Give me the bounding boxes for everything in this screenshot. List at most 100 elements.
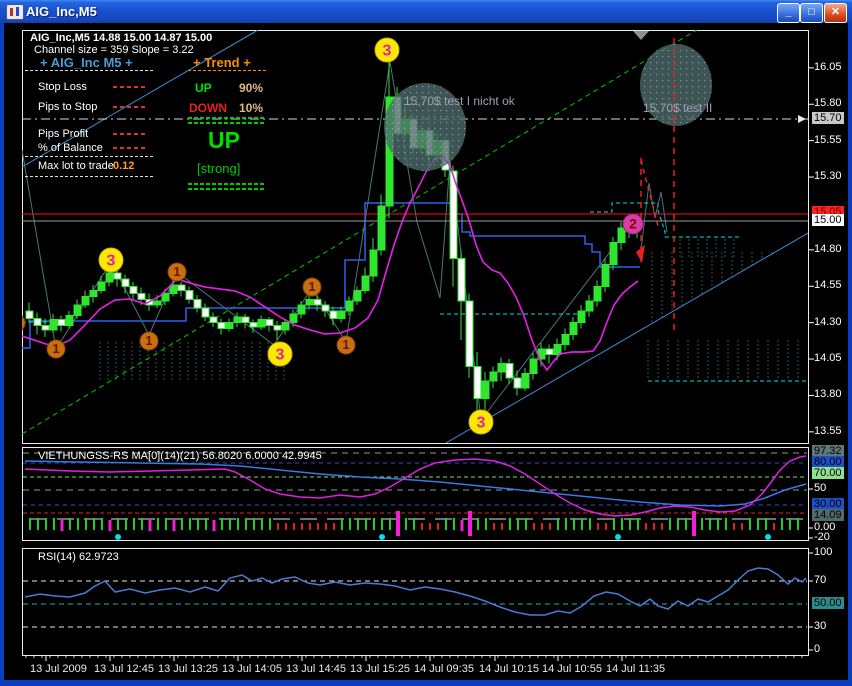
signal-marker-3[interactable]: 3	[375, 38, 399, 62]
signal-strength: [strong]	[197, 161, 240, 176]
price-highlight-label: 15.00	[812, 214, 844, 226]
rs-magenta	[25, 456, 806, 516]
price-tick-label: 15.80	[812, 97, 844, 109]
signal-divider-top2	[188, 122, 264, 124]
signal-direction: UP	[208, 127, 240, 154]
rsi-scale-label: 70	[812, 574, 828, 586]
row-pips-profit-dashes	[113, 133, 147, 135]
row-pips-stop-dashes	[113, 106, 147, 108]
signal-marker-3[interactable]: 3	[268, 342, 292, 366]
svg-text:1: 1	[145, 333, 152, 348]
annotation-text: 15,70$ test II	[643, 101, 712, 115]
signal-marker-1[interactable]: 1	[303, 278, 321, 296]
signal-marker-1[interactable]: 1	[337, 336, 355, 354]
candles-series	[26, 61, 641, 413]
time-tick-label: 14 Jul 10:15	[479, 663, 539, 675]
indicator1-label: VIETHUNGSS-RS MA[0](14)(21) 56.8020 6.00…	[38, 450, 322, 462]
rsi-scale-label: 50.00	[812, 597, 844, 609]
svg-text:3: 3	[383, 42, 392, 59]
trend-up-label: UP	[195, 81, 212, 95]
separator-line	[25, 176, 153, 177]
rsi-label: RSI(14) 62.9723	[38, 551, 119, 563]
indicator1-scale-label: 14.09	[812, 509, 844, 521]
trend-down-label: DOWN	[189, 101, 227, 115]
row-pips-stop-label: Pips to Stop	[38, 101, 97, 113]
signal-marker-1[interactable]: 1	[140, 332, 158, 350]
senkou-cyan-3	[590, 203, 742, 237]
row-balance-label: % of Balance	[38, 142, 103, 154]
close-button[interactable]: ✕	[824, 3, 847, 23]
down-triangle-icon	[633, 31, 649, 40]
time-tick-label: 14 Jul 11:35	[606, 663, 665, 675]
price-tick-label: 14.05	[812, 352, 844, 364]
price-tick-label: 14.30	[812, 316, 844, 328]
zigzag-teal-proj	[641, 183, 667, 250]
indicator1-scale-label: 50	[812, 482, 828, 494]
signal-marker-1[interactable]: 1	[47, 340, 65, 358]
main-chart-canvas[interactable]: 3333111111215,70$ test I nicht ok15,70$ …	[22, 30, 808, 443]
time-tick-label: 13 Jul 14:05	[222, 663, 282, 675]
time-tick-label: 13 Jul 15:25	[350, 663, 410, 675]
trend-line-green	[22, 30, 700, 434]
signal-marker-1[interactable]: 1	[22, 314, 25, 332]
minimize-button[interactable]: _	[777, 3, 800, 23]
indicator1-scale-label: 70.00	[812, 467, 844, 479]
svg-text:3: 3	[107, 252, 116, 269]
time-tick-label: 14 Jul 09:35	[414, 663, 474, 675]
signal-divider-top	[188, 117, 264, 119]
svg-text:3: 3	[477, 414, 486, 431]
svg-text:1: 1	[52, 341, 59, 356]
row-stop-loss-dashes	[113, 86, 147, 88]
time-tick-label: 13 Jul 12:45	[94, 663, 154, 675]
trend-down-value: 10%	[239, 101, 263, 115]
svg-text:2: 2	[629, 216, 637, 232]
signal-dot	[115, 534, 121, 540]
signal-marker-3[interactable]: 3	[99, 248, 123, 272]
signal-divider-bottom	[188, 183, 264, 185]
price-tick-label: 15.55	[812, 134, 844, 146]
signal-divider-bottom2	[188, 188, 264, 190]
signal-marker-1[interactable]: 1	[168, 263, 186, 281]
rsi-scale-label: 30	[812, 620, 828, 632]
signal-marker-3[interactable]: 3	[469, 410, 493, 434]
time-tick-label: 14 Jul 10:55	[542, 663, 602, 675]
signal-marker-2[interactable]: 2	[623, 214, 643, 234]
row-pips-profit-label: Pips Profit	[38, 128, 88, 140]
rsi-canvas[interactable]	[22, 548, 808, 655]
window-title: AIG_Inc,M5	[26, 4, 97, 19]
row-maxlot-label: Max lot to trade	[38, 160, 114, 172]
separator-line	[25, 156, 153, 157]
trend-up-value: 90%	[239, 81, 263, 95]
price-tick-label: 14.55	[812, 279, 844, 291]
svg-text:1: 1	[173, 264, 180, 279]
svg-text:1: 1	[342, 337, 349, 352]
price-tick-label: 14.80	[812, 243, 844, 255]
rsi-scale-label: 0	[812, 643, 822, 655]
rsi-scale-label: 100	[812, 546, 834, 558]
chart-icon	[6, 4, 24, 20]
row-maxlot-value: 0.12	[113, 160, 134, 172]
signal-dot	[615, 534, 621, 540]
price-arrow-icon	[798, 115, 806, 123]
title-bar[interactable]: AIG_Inc,M5 _ □ ✕	[0, 0, 852, 23]
svg-text:1: 1	[308, 279, 315, 294]
time-tick-label: 13 Jul 13:25	[158, 663, 218, 675]
signal-dot	[379, 534, 385, 540]
ohlc-readout: AIG_Inc,M5 14.88 15.00 14.87 15.00	[30, 32, 212, 44]
signal-histogram	[30, 511, 798, 536]
trend-header: + Trend +	[193, 55, 251, 70]
row-balance-dashes	[113, 147, 147, 149]
signal-dot	[765, 534, 771, 540]
price-tick-label: 13.55	[812, 425, 844, 437]
price-highlight-label: 15.70	[812, 112, 844, 124]
row-stop-loss-label: Stop Loss	[38, 81, 87, 93]
price-tick-label: 16.05	[812, 61, 844, 73]
svg-text:3: 3	[276, 346, 285, 363]
separator-line	[25, 70, 153, 71]
indicator1-scale-label: -20	[812, 531, 832, 543]
price-tick-label: 13.80	[812, 388, 844, 400]
rs-blue	[25, 461, 806, 506]
time-axis[interactable]: 13 Jul 200913 Jul 12:4513 Jul 13:2513 Ju…	[22, 663, 822, 679]
separator-line-orange	[188, 70, 266, 71]
channel-lower	[446, 233, 808, 443]
